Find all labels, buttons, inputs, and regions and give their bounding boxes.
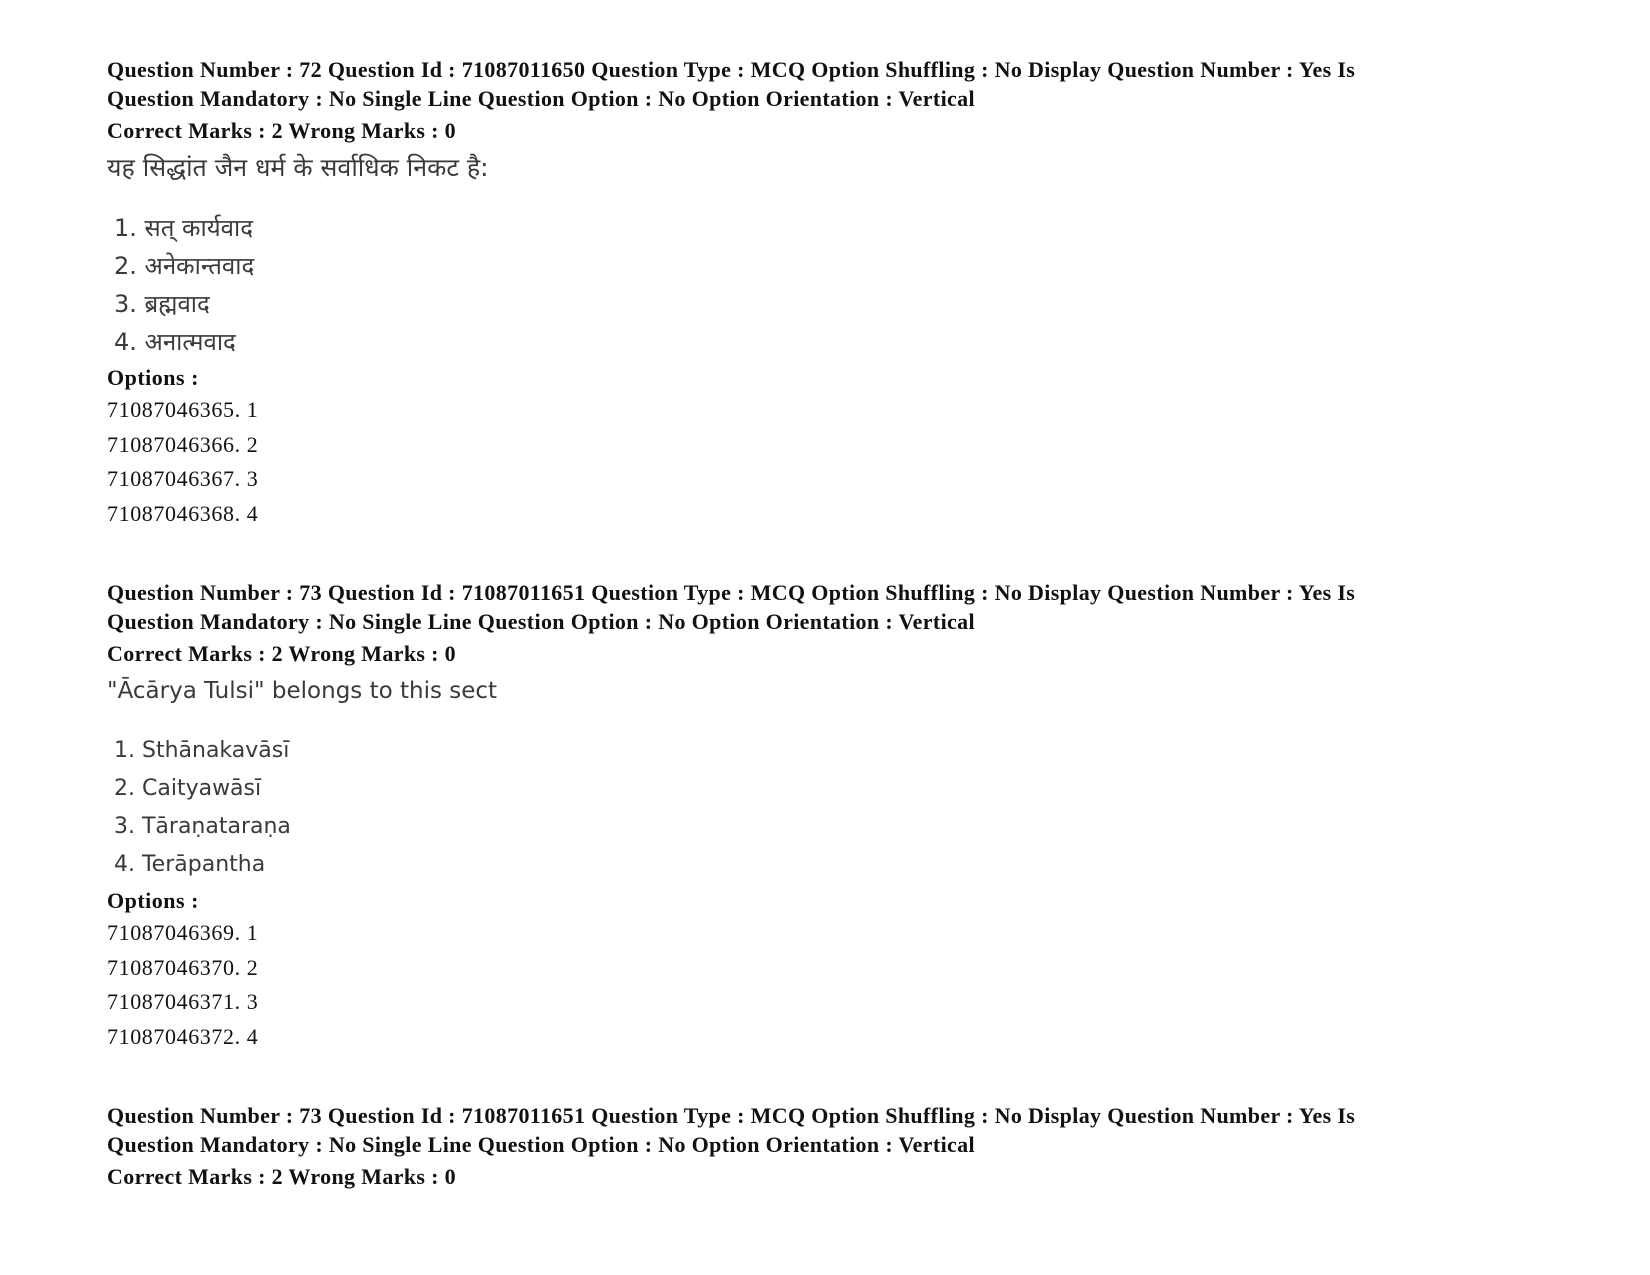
option-id: 71087046370. 2 [107, 954, 259, 980]
question-block-73-repeat: Question Number : 73 Question Id : 71087… [107, 1102, 1567, 1191]
option-id: 71087046366. 2 [107, 431, 259, 457]
question-marks: Correct Marks : 2 Wrong Marks : 0 [107, 1164, 457, 1189]
options-label: Options : [107, 888, 199, 913]
question-marks: Correct Marks : 2 Wrong Marks : 0 [107, 641, 457, 666]
question-meta-line: Question Mandatory : No Single Line Ques… [107, 85, 975, 111]
question-text: यह सिद्धांत जैन धर्म के सर्वाधिक निकट है… [107, 153, 489, 182]
choice-item: 2. Caityawāsī [114, 776, 262, 801]
choice-item: 3. ब्रह्मवाद [114, 290, 210, 318]
question-text: "Ācārya Tulsi" belongs to this sect [107, 678, 498, 704]
question-meta-line: Question Mandatory : No Single Line Ques… [107, 1131, 975, 1157]
choice-item: 3. Tāraṇataraṇa [114, 814, 291, 839]
question-meta: Question Number : 73 Question Id : 71087… [107, 1102, 1567, 1159]
option-id: 71087046368. 4 [107, 500, 259, 526]
question-block-73: Question Number : 73 Question Id : 71087… [107, 579, 1567, 1054]
option-id: 71087046371. 3 [107, 989, 259, 1014]
question-meta: Question Number : 73 Question Id : 71087… [107, 579, 1567, 636]
document-page: Question Number : 72 Question Id : 71087… [107, 56, 1567, 1239]
question-block-72: Question Number : 72 Question Id : 71087… [107, 56, 1567, 531]
choice-item: 1. Sthānakavāsī [114, 738, 290, 763]
choice-list: 1. सत् कार्यवाद 2. अनेकान्तवाद 3. ब्रह्म… [107, 209, 1567, 361]
choice-item: 2. अनेकान्तवाद [114, 252, 255, 280]
question-marks: Correct Marks : 2 Wrong Marks : 0 [107, 118, 457, 143]
question-meta: Question Number : 72 Question Id : 71087… [107, 56, 1567, 113]
option-id: 71087046369. 1 [107, 920, 259, 945]
options-label: Options : [107, 365, 199, 390]
choice-item: 1. सत् कार्यवाद [114, 214, 253, 242]
question-meta-line: Question Number : 72 Question Id : 71087… [107, 57, 1356, 82]
question-meta-line: Question Number : 73 Question Id : 71087… [107, 580, 1356, 605]
choice-item: 4. अनात्मवाद [114, 328, 236, 356]
option-id: 71087046367. 3 [107, 466, 259, 491]
question-meta-line: Question Number : 73 Question Id : 71087… [107, 1103, 1356, 1128]
question-meta-line: Question Mandatory : No Single Line Ques… [107, 608, 975, 634]
choice-list: 1. Sthānakavāsī 2. Caityawāsī 3. Tāraṇat… [107, 732, 1567, 884]
choice-item: 4. Terāpantha [114, 852, 266, 877]
option-id: 71087046372. 4 [107, 1023, 259, 1049]
option-id: 71087046365. 1 [107, 397, 259, 422]
